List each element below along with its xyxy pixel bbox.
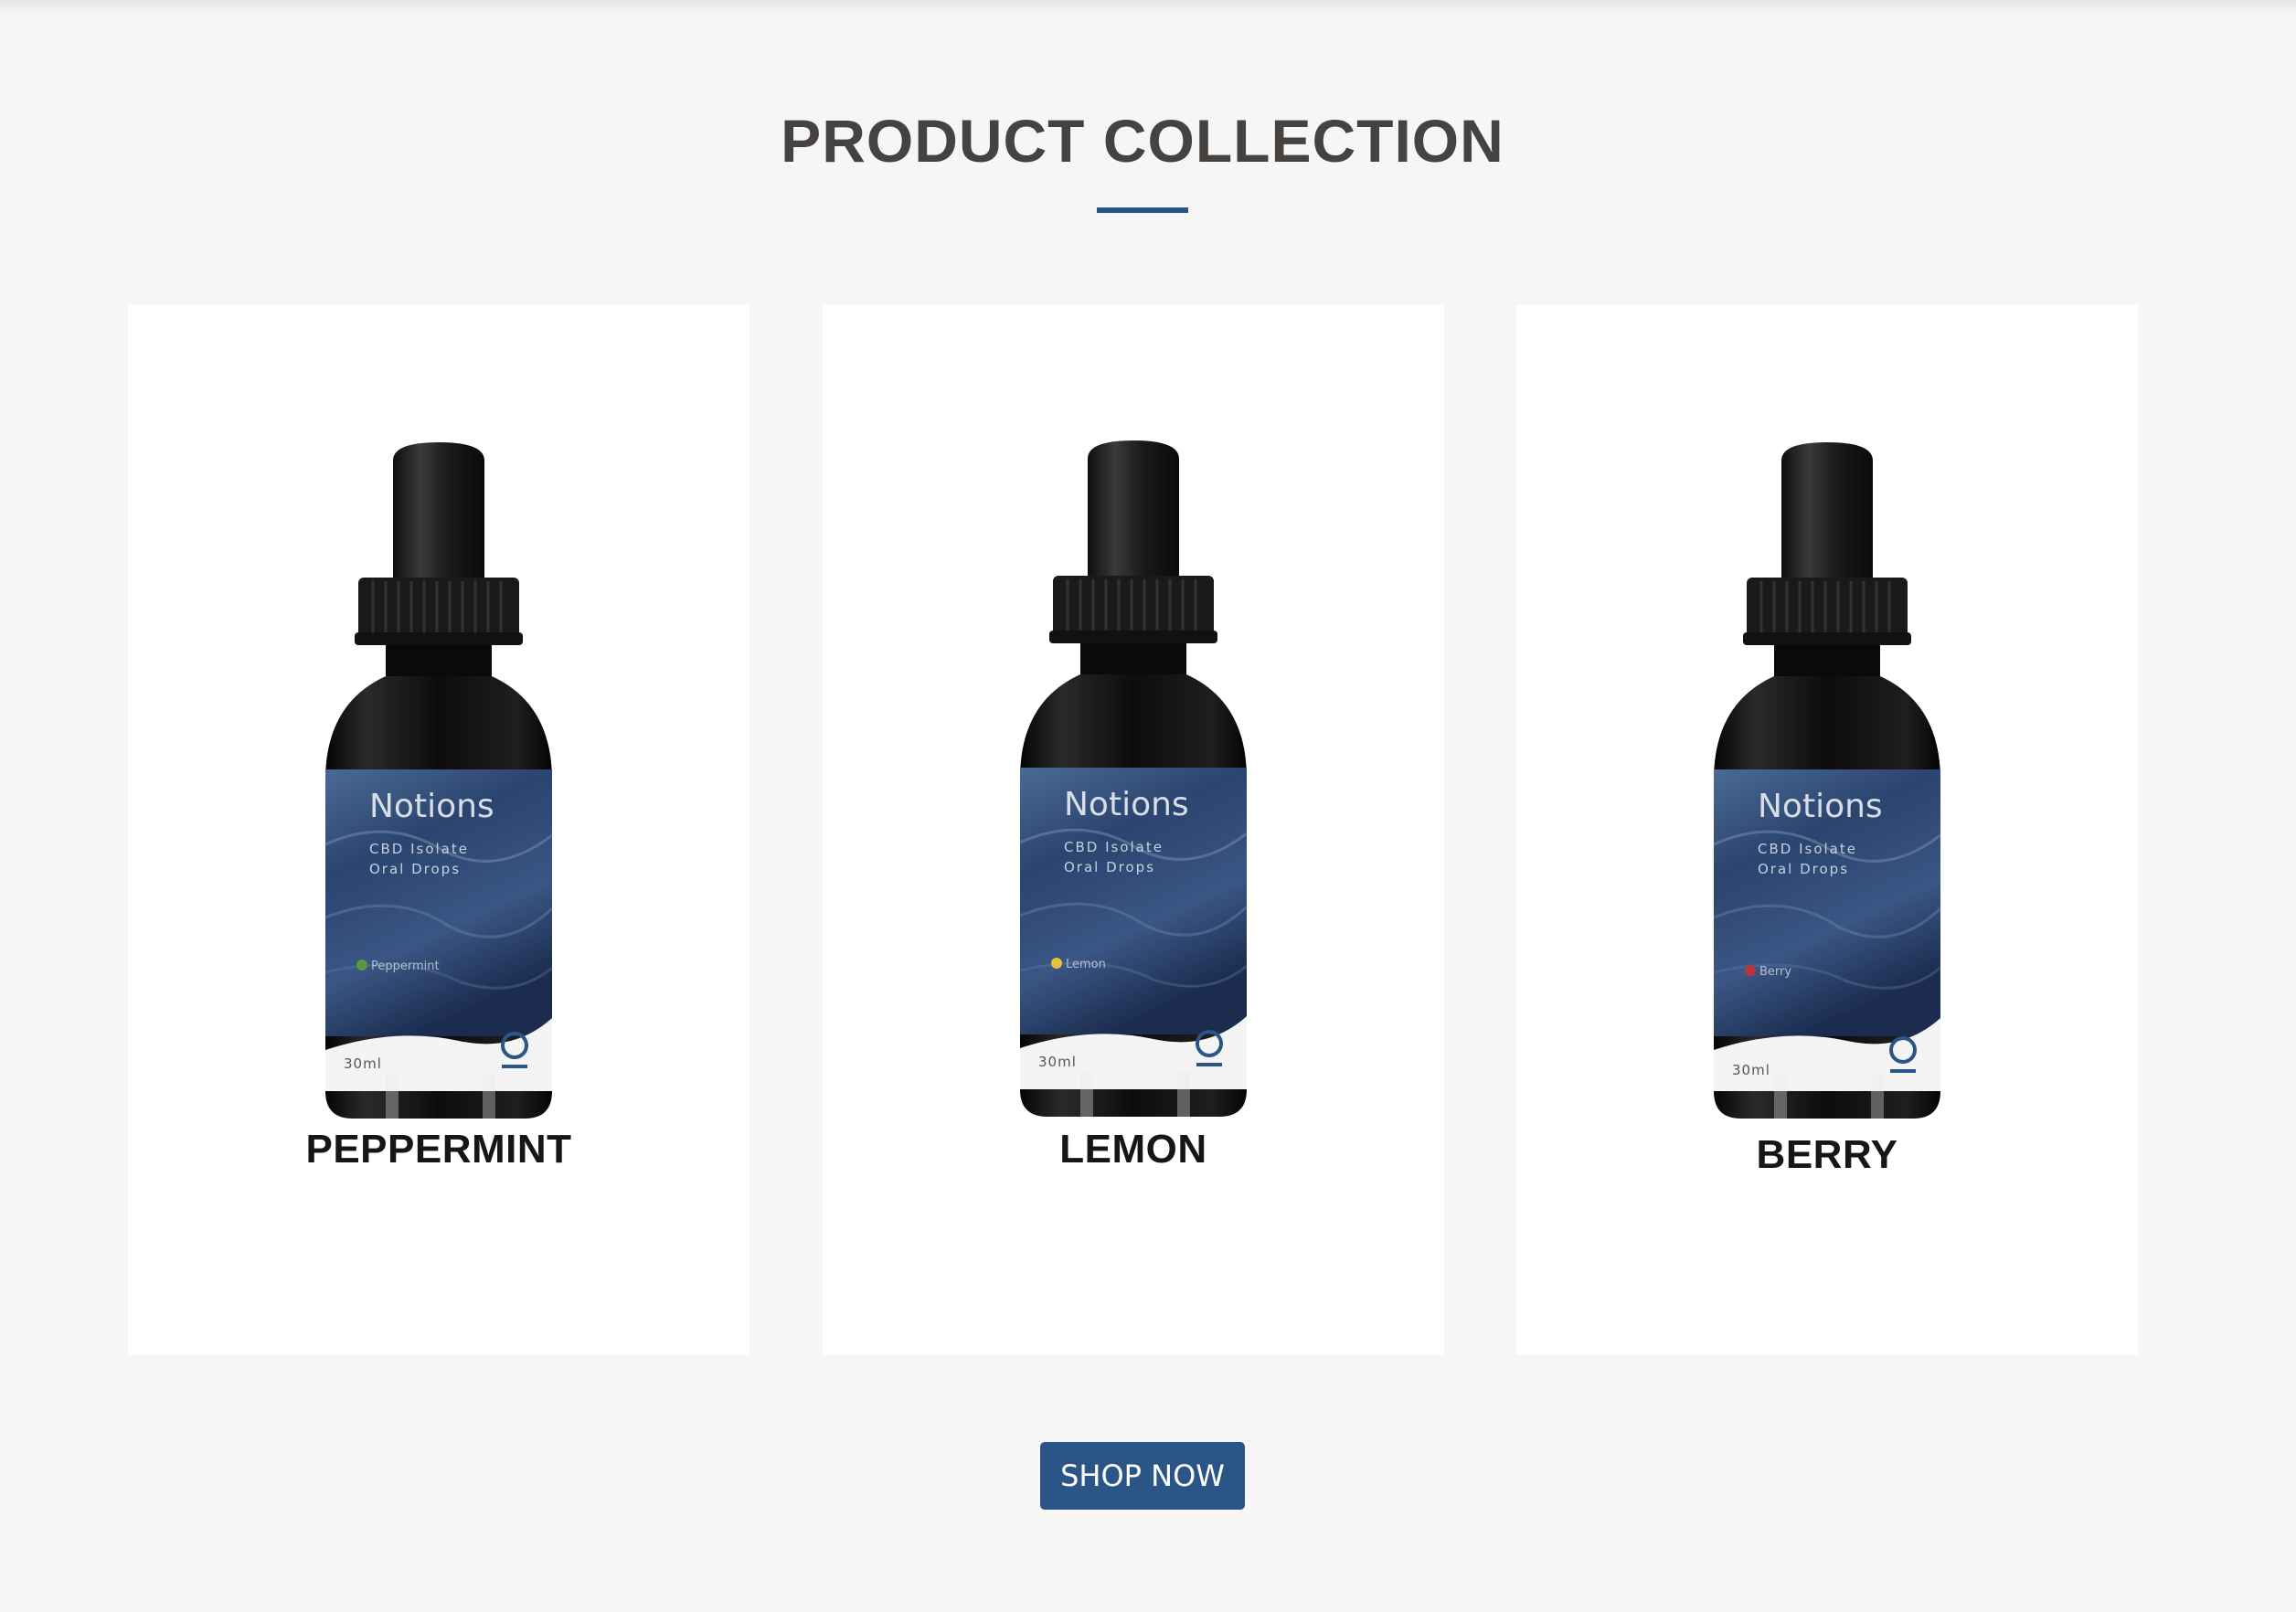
- bottle-line1-text: CBD Isolate: [1758, 841, 1857, 857]
- bottle-brand-text: Notions: [369, 788, 494, 825]
- bottle-line2-text: Oral Drops: [1758, 861, 1849, 877]
- bottle-volume-text: 30ml: [1038, 1054, 1077, 1070]
- product-image-lemon[interactable]: Notions CBD Isolate Oral Drops Lemon 30m…: [1016, 440, 1250, 1117]
- bottle-volume-text: 30ml: [344, 1055, 382, 1072]
- title-underline: [1097, 207, 1188, 213]
- product-name[interactable]: PEPPERMINT: [128, 1126, 749, 1173]
- product-card-peppermint[interactable]: Notions CBD Isolate Oral Drops Peppermin…: [128, 305, 749, 1354]
- bottle-line1-text: CBD Isolate: [1064, 839, 1164, 855]
- product-card-berry[interactable]: Notions CBD Isolate Oral Drops Berry 30m…: [1516, 305, 2138, 1354]
- header-shadow: [0, 0, 2296, 13]
- product-card-lemon[interactable]: Notions CBD Isolate Oral Drops Lemon 30m…: [823, 305, 1444, 1354]
- bottle-line2-text: Oral Drops: [369, 861, 461, 877]
- bottle-line2-text: Oral Drops: [1064, 859, 1155, 875]
- section-title: PRODUCT COLLECTION: [781, 107, 1504, 175]
- bottle-flavor-text: Berry: [1759, 965, 1791, 979]
- bottle-brand-text: Notions: [1758, 788, 1883, 825]
- shop-now-button[interactable]: SHOP NOW: [1040, 1442, 1245, 1510]
- bottle-flavor-text: Lemon: [1066, 958, 1106, 971]
- product-name[interactable]: LEMON: [823, 1126, 1444, 1173]
- bottle-line1-text: CBD Isolate: [369, 841, 469, 857]
- product-name[interactable]: BERRY: [1516, 1131, 2138, 1179]
- bottle-flavor-text: Peppermint: [371, 960, 440, 973]
- bottle-brand-text: Notions: [1064, 786, 1189, 823]
- bottle-volume-text: 30ml: [1732, 1062, 1770, 1078]
- product-image-peppermint[interactable]: Notions CBD Isolate Oral Drops Peppermin…: [322, 442, 556, 1119]
- product-image-berry[interactable]: Notions CBD Isolate Oral Drops Berry 30m…: [1710, 442, 1944, 1119]
